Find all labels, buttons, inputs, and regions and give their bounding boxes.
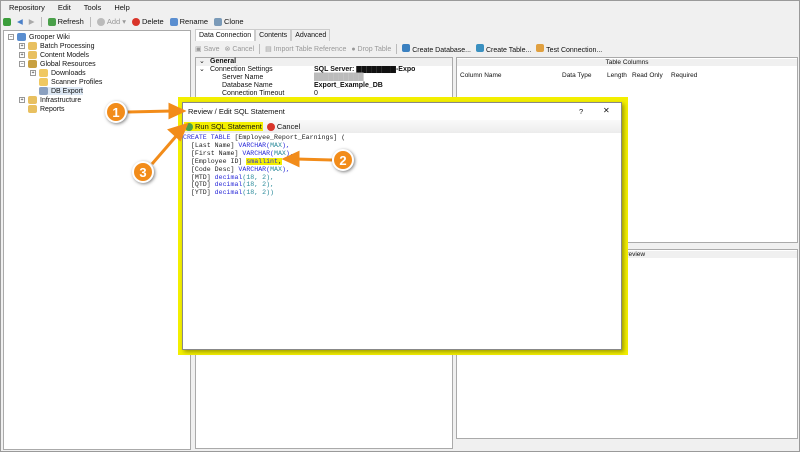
server-icon [17,33,26,41]
folder-icon [28,96,37,104]
folder-icon [39,78,48,86]
delete-icon [131,17,140,26]
tab-data-connection[interactable]: Data Connection [195,29,256,41]
drop-table-button[interactable]: ● Drop Table [351,46,391,53]
tree-node-downloads[interactable]: + Downloads [30,69,86,77]
dialog-cancel-button[interactable]: Cancel [266,122,300,131]
rename-button[interactable]: Rename [169,17,208,26]
tree-node-db-export[interactable]: DB Export [39,87,83,95]
col-header-length[interactable]: Length [607,72,627,79]
tab-bar: Data Connection Contents Advanced [195,29,331,41]
table-columns-title: Table Columns [457,59,797,66]
col-header-column-name[interactable]: Column Name [460,72,502,79]
folder-icon [28,42,37,50]
database-add-icon [402,44,411,52]
tree-node-reports[interactable]: Reports [28,105,65,113]
callout-3: 3 [132,161,154,183]
dialog-title-bar: Review / Edit SQL Statement ? ✕ [183,103,621,120]
tree-node-global-resources[interactable]: − Global Resources [19,60,96,68]
tab-advanced[interactable]: Advanced [291,29,331,41]
forward-button[interactable]: ▶ [29,17,35,26]
menu-bar: Repository Edit Tools Help [3,3,130,14]
cancel-icon [266,122,275,131]
back-button[interactable]: ◀ [17,17,23,26]
menu-repository[interactable]: Repository [9,3,45,14]
run-sql-statement-button[interactable]: Run SQL Statement [184,122,263,131]
prop-category-general[interactable]: ⌄ General [196,58,452,66]
add-icon [96,17,105,26]
cancel-button[interactable]: ⊗ Cancel [225,45,255,53]
globe-folder-icon [28,60,37,68]
create-table-button[interactable]: Create Table... [475,44,531,54]
help-button[interactable]: ? [579,107,583,116]
rename-icon [169,17,178,26]
highlighted-type: smallint [246,157,278,165]
tab-contents[interactable]: Contents [255,29,292,41]
table-add-icon [475,44,484,52]
dialog-title: Review / Edit SQL Statement [188,107,285,116]
folder-icon [28,105,37,113]
save-button[interactable]: ▣ Save [195,45,220,53]
callout-1: 1 [105,101,127,123]
clone-button[interactable]: Clone [214,17,244,26]
add-button[interactable]: Add ▾ [96,17,126,26]
menu-edit[interactable]: Edit [58,3,71,14]
database-icon [39,87,48,95]
tree-node-root[interactable]: − Grooper Wiki [8,33,70,41]
panel-icon [3,17,11,26]
refresh-icon [47,17,56,26]
node-tree: − Grooper Wiki + Batch Processing + Content… [3,30,191,450]
close-button[interactable]: ✕ [603,106,610,115]
create-database-button[interactable]: Create Database... [402,44,471,54]
test-connection-icon [536,44,545,52]
callout-2: 2 [332,149,354,171]
sql-dialog: Review / Edit SQL Statement ? ✕ Run SQL … [182,102,622,350]
prop-connection-settings[interactable]: ⌄ Connection Settings SQL Server: ████████… [196,66,452,74]
sql-editor[interactable]: CREATE TABLE [Employee_Report_Earnings] … [183,134,345,197]
import-table-reference-button[interactable]: ▤ Import Table Reference [265,45,346,53]
col-header-required[interactable]: Required [671,72,697,79]
run-icon [185,122,193,131]
main-toolbar: ◀ ▶ Refresh Add ▾ Delete Rename Clone [3,15,244,28]
tree-node-batch-processing[interactable]: + Batch Processing [19,42,94,50]
menu-tools[interactable]: Tools [84,3,102,14]
col-header-read-only[interactable]: Read Only [632,72,663,79]
connection-toolbar: ▣ Save ⊗ Cancel ▤ Import Table Reference… [195,43,602,55]
delete-button[interactable]: Delete [131,17,164,26]
prop-database-name[interactable]: Database Name Export_Example_DB [196,82,452,90]
dialog-toolbar: Run SQL Statement Cancel [183,120,621,133]
folder-icon [39,69,48,77]
menu-help[interactable]: Help [114,3,129,14]
tree-node-content-models[interactable]: + Content Models [19,51,89,59]
tree-node-infrastructure[interactable]: + Infrastructure [19,96,81,104]
tree-node-scanner-profiles[interactable]: Scanner Profiles [39,78,102,86]
folder-icon [28,51,37,59]
col-header-data-type[interactable]: Data Type [562,72,592,79]
test-connection-button[interactable]: Test Connection... [536,44,602,54]
tree-toggle-button[interactable] [3,17,11,26]
clone-icon [214,17,222,26]
refresh-button[interactable]: Refresh [47,17,84,26]
prop-server-name[interactable]: Server Name ██████████ [196,74,452,82]
